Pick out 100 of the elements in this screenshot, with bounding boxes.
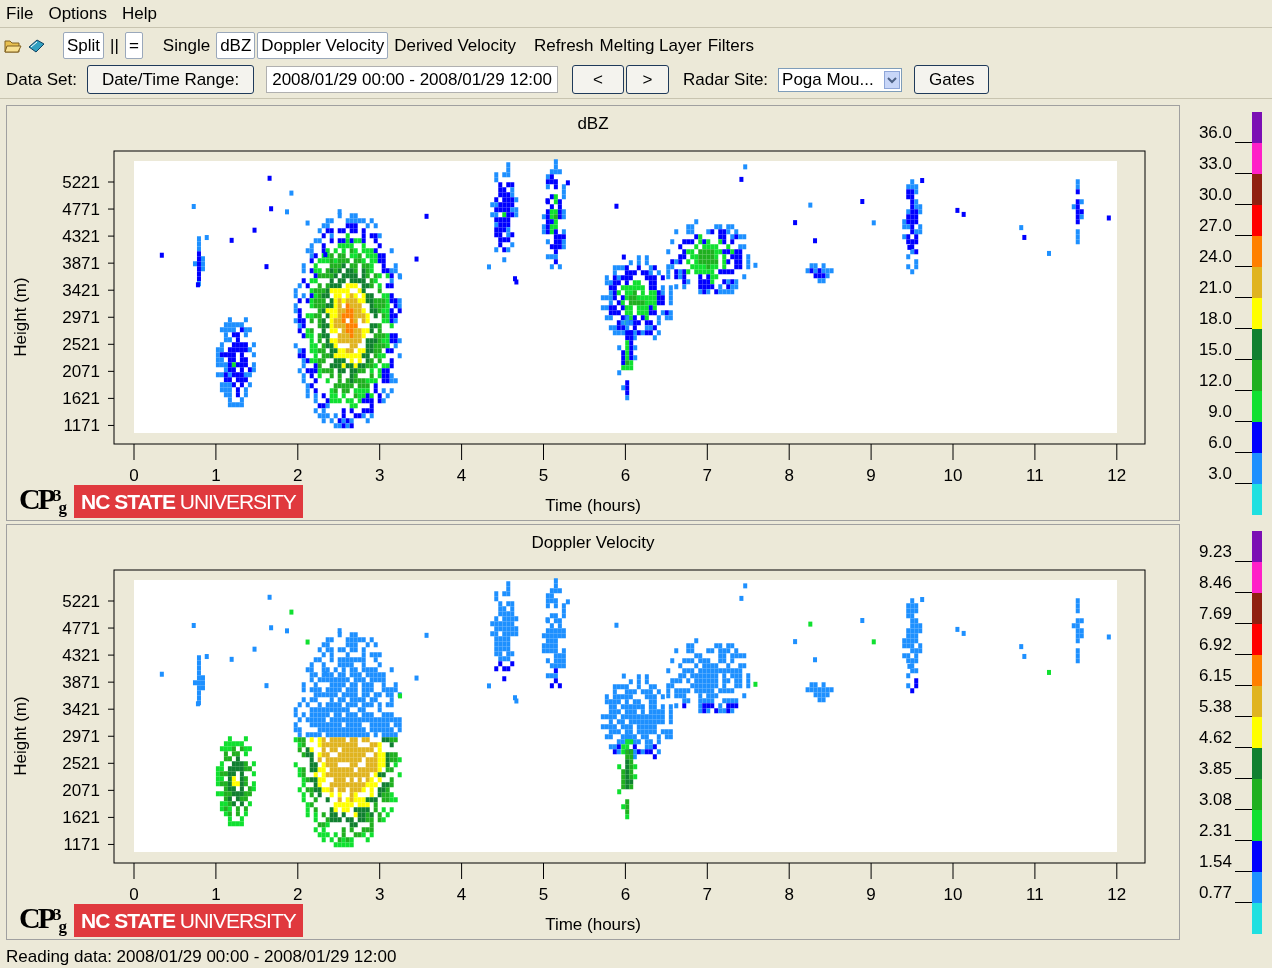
legend-label: 15.0 [1198, 341, 1232, 359]
legend-label: 7.69 [1198, 605, 1232, 623]
legend-label: 4.62 [1198, 729, 1232, 747]
university-banner: NC STATE UNIVERSITY [74, 485, 303, 518]
next-button[interactable]: > [626, 65, 669, 94]
y-axis-label: Height (m) [11, 277, 30, 357]
date-range-field[interactable]: 2008/01/29 00:00 - 2008/01/29 12:00 [266, 66, 558, 93]
x-tick-label: 6 [620, 885, 631, 904]
menu-item[interactable]: File [6, 0, 34, 27]
legend-label: 1.54 [1198, 853, 1232, 871]
legend-label: 33.0 [1198, 155, 1232, 173]
y-tick-label: 2971 [62, 727, 100, 747]
x-tick-label: 9 [866, 466, 876, 485]
x-tick-label: 4 [456, 885, 467, 904]
legend-label: 9.0 [1208, 403, 1232, 421]
y-tick-label: 4771 [62, 200, 100, 220]
legend-label: 5.38 [1198, 698, 1232, 716]
y-tick-label: 1171 [63, 835, 100, 855]
y-tick-label: 3871 [62, 254, 100, 274]
y-tick-label: 2071 [62, 781, 100, 801]
toolbar-button[interactable]: Filters [705, 32, 756, 59]
legend-label: 12.0 [1198, 372, 1232, 390]
legend-label: 9.23 [1198, 543, 1232, 561]
legend-label: 3.08 [1198, 791, 1232, 809]
chart-title: Doppler Velocity [531, 532, 655, 555]
legend-label: 2.31 [1198, 822, 1232, 840]
y-tick-label: 5221 [62, 592, 100, 611]
y-tick-label: 2071 [62, 362, 100, 382]
toggle-button[interactable]: dBZ [216, 32, 256, 59]
y-tick-label: 3871 [62, 673, 100, 693]
open-folder-icon[interactable] [4, 37, 22, 54]
y-tick-label: 3421 [62, 700, 100, 720]
x-tick-label: 3 [374, 885, 385, 904]
x-tick-label: 2 [293, 466, 303, 485]
gates-button[interactable]: Gates [914, 65, 990, 94]
y-tick-label: 2521 [62, 754, 100, 774]
chart-title: dBZ [577, 113, 609, 136]
x-tick-label: 0 [129, 885, 139, 904]
legend-label: 0.77 [1198, 884, 1232, 902]
x-axis-label: Time (hours) [545, 913, 641, 936]
x-tick-label: 3 [374, 466, 385, 485]
x-tick-label: 8 [784, 466, 794, 485]
toggle-button[interactable]: = [124, 32, 143, 59]
status-text: Reading data: 2008/01/29 00:00 - 2008/01/29 12:00 [6, 946, 397, 968]
previous-button[interactable]: < [572, 65, 624, 94]
y-tick-label: 4321 [62, 646, 100, 666]
x-tick-label: 11 [1026, 466, 1044, 485]
x-tick-label: 6 [620, 466, 631, 485]
date-range-button[interactable]: Date/Time Range: [86, 65, 255, 94]
legend-label: 3.85 [1198, 760, 1232, 778]
y-tick-label: 4771 [62, 619, 100, 639]
toggle-button[interactable]: Derived Velocity [390, 32, 521, 59]
university-banner: NC STATE UNIVERSITY [74, 904, 303, 937]
x-tick-label: 5 [538, 466, 549, 485]
field-label: Radar Site: [683, 68, 769, 91]
x-tick-label: 9 [866, 885, 876, 904]
toggle-button[interactable]: Split [63, 32, 105, 59]
legend-label: 21.0 [1198, 279, 1232, 297]
y-tick-label: 1621 [62, 808, 100, 828]
x-axis-label: Time (hours) [545, 494, 641, 517]
x-tick-label: 12 [1107, 885, 1127, 904]
x-tick-label: 1 [211, 466, 221, 485]
legend-label: 27.0 [1198, 217, 1232, 235]
toolbar-button[interactable]: Melting Layer [597, 32, 704, 59]
x-tick-label: 7 [702, 466, 713, 485]
x-tick-label: 1 [211, 885, 221, 904]
x-tick-label: 2 [293, 885, 303, 904]
menu-item[interactable]: Help [122, 0, 157, 27]
legend-label: 6.92 [1198, 636, 1232, 654]
toggle-button[interactable]: Single [158, 32, 215, 59]
y-tick-label: 1621 [62, 389, 100, 409]
y-tick-label: 2971 [62, 308, 100, 328]
toolbar-button[interactable]: Refresh [532, 32, 596, 59]
x-tick-label: 12 [1107, 466, 1127, 485]
legend-label: 30.0 [1198, 186, 1232, 204]
legend-label: 36.0 [1198, 124, 1232, 142]
x-tick-label: 10 [943, 466, 963, 485]
legend-label: 24.0 [1198, 248, 1232, 266]
y-tick-label: 3421 [62, 281, 100, 301]
y-tick-label: 1171 [63, 416, 100, 436]
x-tick-label: 0 [129, 466, 139, 485]
toggle-button[interactable]: || [106, 32, 123, 59]
x-tick-label: 4 [456, 466, 467, 485]
x-tick-label: 11 [1026, 885, 1044, 904]
y-tick-label: 4321 [62, 227, 100, 247]
legend-label: 3.0 [1208, 465, 1232, 483]
x-tick-label: 8 [784, 885, 794, 904]
legend-label: 18.0 [1198, 310, 1232, 328]
radar-site-dropdown[interactable]: Poga Mou... [778, 67, 903, 92]
legend-label: 8.46 [1198, 574, 1232, 592]
field-label: Data Set: [6, 68, 77, 91]
y-axis-label: Height (m) [11, 696, 30, 776]
legend-label: 6.15 [1198, 667, 1232, 685]
x-tick-label: 5 [538, 885, 549, 904]
legend-label: 6.0 [1208, 434, 1232, 452]
menu-item[interactable]: Options [48, 0, 107, 27]
x-tick-label: 7 [702, 885, 713, 904]
book-icon[interactable] [27, 37, 45, 54]
toggle-button[interactable]: Doppler Velocity [257, 32, 389, 59]
x-tick-label: 10 [943, 885, 963, 904]
